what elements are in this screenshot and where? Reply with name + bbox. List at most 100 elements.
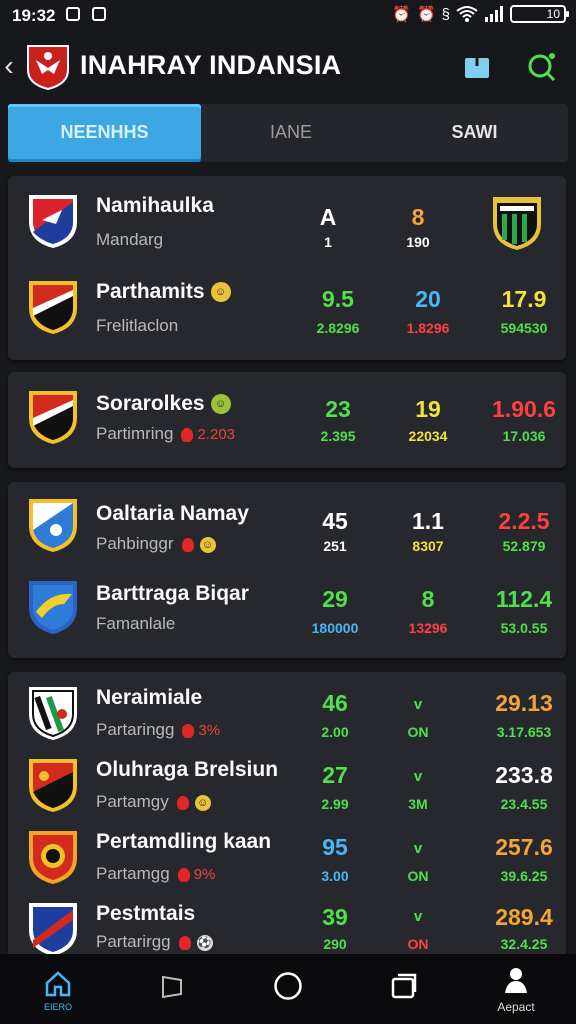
list-item[interactable]: Pertamdling kaan Partamgg 9% 95 3.00 v ON… xyxy=(8,822,566,894)
stat-2-sub: 3M xyxy=(408,796,428,812)
team-crest xyxy=(29,581,77,634)
stat-3: 17.9 xyxy=(501,286,547,312)
stat-1: A xyxy=(319,204,337,230)
tab-1[interactable]: NEENHHS xyxy=(8,104,201,162)
team-crest xyxy=(29,499,77,552)
chevron-down-icon[interactable]: v xyxy=(393,696,443,713)
red-flag-icon xyxy=(182,723,195,738)
badge-icon: ☺ xyxy=(210,394,231,415)
nav-back[interactable] xyxy=(122,954,222,1024)
stat-3-sub: 17.036 xyxy=(502,428,546,444)
stat-1: 23 xyxy=(325,396,351,422)
stat-3-sub: 32.4.25 xyxy=(500,936,548,952)
stat-1-sub: 1 xyxy=(324,234,332,250)
league-logo xyxy=(27,45,69,90)
stat-1: 45 xyxy=(322,508,348,534)
stat-2-sub: 22034 xyxy=(408,428,448,444)
battery-icon: 10 xyxy=(510,5,569,23)
ball-icon: ⚽ xyxy=(196,934,213,951)
stat-3-sub: 23.4.55 xyxy=(500,796,548,812)
list-item[interactable]: Oaltaria Namay Pahbinggr ☺ 45 251 1.1 830… xyxy=(8,488,566,568)
list-item[interactable]: Oluhraga Brelsiun Partamgy ☺ 27 2.99 v 3M… xyxy=(8,750,566,822)
list-item[interactable]: Parthamits ☺ Frelitlaclon 9.5 2.8296 20 1… xyxy=(8,272,566,352)
notification-check-icon xyxy=(92,7,106,21)
back-arrow-icon[interactable]: ‹ xyxy=(0,50,18,82)
stat-3-sub: 52.879 xyxy=(502,538,546,554)
stat-3-sub: 3.17.653 xyxy=(496,724,552,740)
list-item[interactable]: Neraimiale Partaringg 3% 46 2.00 v ON 29.… xyxy=(8,678,566,750)
stat-2-sub: 13296 xyxy=(408,620,448,636)
share-icon[interactable] xyxy=(462,48,492,80)
notification-icon xyxy=(66,7,80,21)
match-card[interactable]: Sorarolkes ☺ Partimring 2.203 23 2.395 19 … xyxy=(8,372,566,468)
stat-2-sub: 8307 xyxy=(412,538,444,554)
stat-1: 27 xyxy=(322,762,348,788)
team-crest xyxy=(29,903,77,956)
back-triangle-icon xyxy=(162,975,182,999)
stat-2: 1.1 xyxy=(412,508,444,534)
team-crest xyxy=(29,759,77,812)
alarm2-icon: ⏰ xyxy=(416,6,436,23)
team-name: Namihaulka xyxy=(96,194,214,217)
page-title: INAHRAY INDANSIA xyxy=(80,50,342,80)
stat-2-sub: 190 xyxy=(406,234,430,250)
team-name: Pertamdling kaan xyxy=(96,830,272,853)
alarm-icon: ⏰ xyxy=(392,6,411,23)
stat-2: 8 xyxy=(421,586,435,612)
stat-1: 46 xyxy=(322,690,348,716)
nav-label: Aepact xyxy=(497,1000,535,1014)
team-subtitle: Partaringg 3% xyxy=(96,720,221,739)
team-subtitle: Partarirgg ⚽ xyxy=(96,932,213,951)
stat-1: 39 xyxy=(322,904,348,930)
stat-3-sub: 39.6.25 xyxy=(500,868,548,884)
recents-icon xyxy=(391,973,417,999)
stat-1: 29 xyxy=(322,586,348,612)
match-card[interactable]: Oaltaria Namay Pahbinggr ☺ 45 251 1.1 830… xyxy=(8,482,566,658)
list-item[interactable]: Pestmtais Partarirgg ⚽ 39 290 v ON 289.4 … xyxy=(8,894,566,956)
team-subtitle: Famanlale xyxy=(96,614,176,633)
chevron-down-icon[interactable]: v xyxy=(393,840,443,857)
nav-account[interactable]: Aepact xyxy=(466,954,566,1024)
stat-2-sub: ON xyxy=(407,936,429,952)
team-name: Parthamits ☺ xyxy=(96,280,231,304)
list-item[interactable]: Namihaulka Mandarg A 1 8 190 xyxy=(8,186,566,266)
team-subtitle: Partimring 2.203 xyxy=(96,424,236,443)
wifi-icon xyxy=(456,6,478,22)
nfc-icon: § xyxy=(441,5,450,23)
stat-1-sub: 180000 xyxy=(311,620,359,636)
tab-3[interactable]: SAWI xyxy=(381,104,568,162)
opponent-crest xyxy=(493,197,541,250)
match-card[interactable]: Neraimiale Partaringg 3% 46 2.00 v ON 29.… xyxy=(8,672,566,956)
nav-recents[interactable] xyxy=(354,954,454,1024)
team-subtitle: Partamgy ☺ xyxy=(96,792,211,812)
search-icon[interactable] xyxy=(526,50,558,82)
team-crest xyxy=(29,391,77,444)
stat-3: 112.4 xyxy=(495,586,553,612)
home-circle-icon xyxy=(274,972,302,1000)
red-flag-icon xyxy=(177,867,190,882)
match-card[interactable]: Namihaulka Mandarg A 1 8 190 Parthamits ☺… xyxy=(8,176,566,360)
stat-1-sub: 3.00 xyxy=(321,868,349,884)
stat-3-sub: 594530 xyxy=(500,320,548,336)
stat-2: 19 xyxy=(415,396,441,422)
stat-3: 1.90.6 xyxy=(492,396,556,422)
team-subtitle: Pahbinggr ☺ xyxy=(96,534,216,554)
badge-icon: ☺ xyxy=(194,794,211,811)
team-name: Neraimiale xyxy=(96,686,203,709)
red-flag-icon xyxy=(176,795,189,810)
stat-3: 29.13 xyxy=(495,690,553,716)
red-flag-icon xyxy=(178,935,191,950)
stat-1-sub: 290 xyxy=(323,936,347,952)
chevron-down-icon[interactable]: v xyxy=(393,908,443,925)
team-crest xyxy=(29,687,77,740)
list-item[interactable]: Sorarolkes ☺ Partimring 2.203 23 2.395 19 … xyxy=(8,380,566,460)
status-time: 19:32 xyxy=(12,6,56,25)
list-item[interactable]: Barttraga Biqar Famanlale 29 180000 8 13… xyxy=(8,572,566,652)
stat-1: 9.5 xyxy=(322,286,354,312)
tab-2[interactable]: IANE xyxy=(201,104,381,162)
nav-home[interactable]: EIERO xyxy=(8,954,108,1024)
team-name: Pestmtais xyxy=(96,902,196,925)
chevron-down-icon[interactable]: v xyxy=(393,768,443,785)
team-subtitle: Mandarg xyxy=(96,230,164,249)
nav-home-button[interactable] xyxy=(238,954,338,1024)
